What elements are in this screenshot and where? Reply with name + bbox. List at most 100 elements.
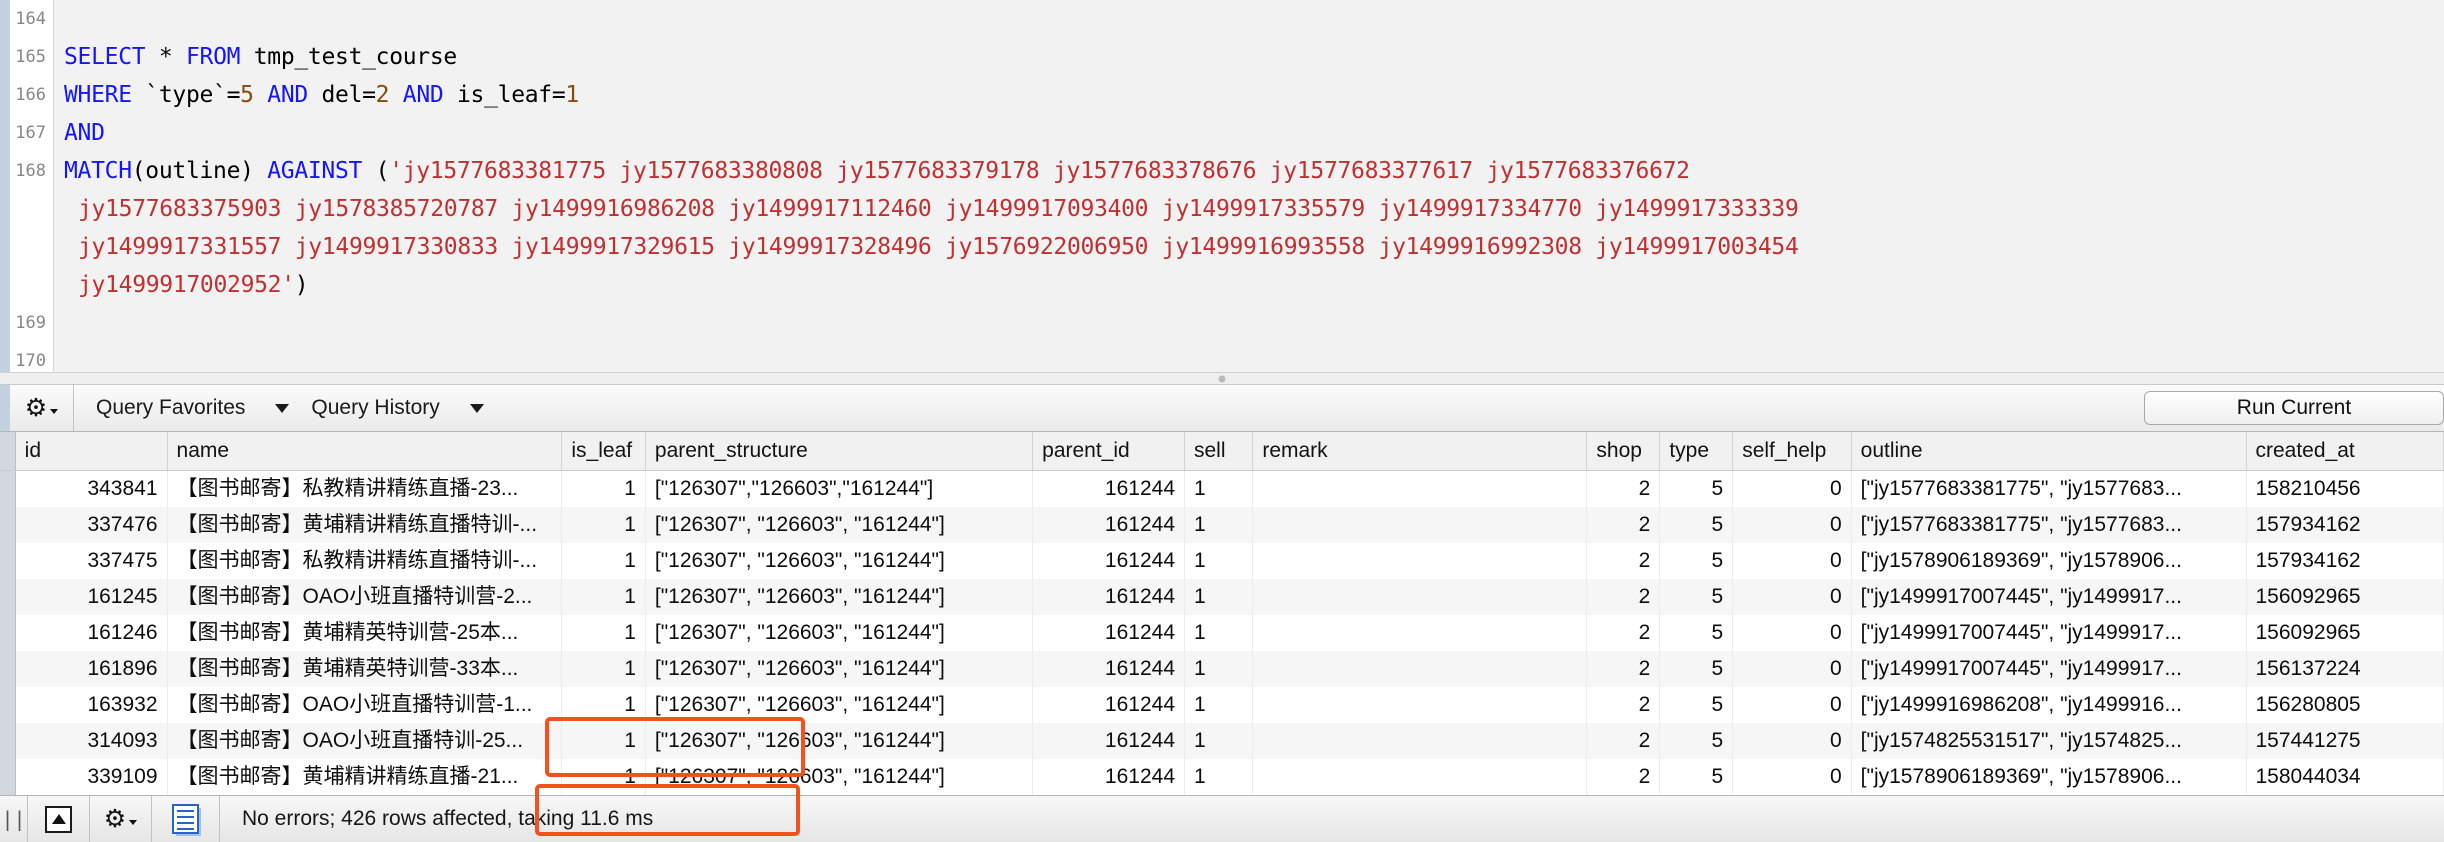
splitter-grip[interactable] (1218, 375, 1226, 382)
cell-created_at[interactable]: 156137224 (2246, 650, 2444, 687)
row-header[interactable] (0, 506, 16, 543)
cell-name[interactable]: 【图书邮寄】黄埔精英特训营-25本... (167, 614, 563, 651)
cell-name[interactable]: 【图书邮寄】私教精讲精练直播特训-... (167, 542, 563, 579)
cell-self_help[interactable]: 0 (1732, 614, 1852, 651)
cell-created_at[interactable]: 157441275 (2246, 722, 2444, 759)
cell-type[interactable]: 5 (1659, 686, 1734, 723)
cell-name[interactable]: 【图书邮寄】黄埔精讲精练直播-21... (167, 758, 563, 795)
cell-shop[interactable]: 2 (1586, 506, 1661, 543)
result-grid-container[interactable]: id name is_leaf parent_structure parent_id se… (0, 432, 2444, 795)
cell-type[interactable]: 5 (1659, 542, 1734, 579)
cell-self_help[interactable]: 0 (1732, 686, 1852, 723)
cell-is_leaf[interactable]: 1 (561, 758, 646, 795)
cell-remark[interactable] (1252, 578, 1588, 615)
cell-id[interactable]: 337476 (15, 506, 168, 543)
cell-id[interactable]: 314093 (15, 722, 168, 759)
cell-is_leaf[interactable]: 1 (561, 542, 646, 579)
column-header-parent_id[interactable]: parent_id (1032, 432, 1185, 471)
cell-remark[interactable] (1252, 722, 1588, 759)
code-line[interactable]: AND (64, 114, 2444, 152)
cell-remark[interactable] (1252, 542, 1588, 579)
run-current-button[interactable]: Run Current (2144, 391, 2444, 425)
cell-parent_structure[interactable]: ["126307", "126603", "161244"] (645, 758, 1034, 795)
sql-code-area[interactable]: SELECT * FROM tmp_test_course WHERE `type… (54, 0, 2444, 372)
cell-type[interactable]: 5 (1659, 722, 1734, 759)
code-line[interactable]: MATCH(outline) AGAINST ('jy1577683381775… (64, 152, 2444, 190)
cell-sell[interactable]: 1 (1184, 650, 1254, 687)
cell-self_help[interactable]: 0 (1732, 470, 1852, 507)
cell-id[interactable]: 343841 (15, 470, 168, 507)
cell-outline[interactable]: ["jy1578906189369", "jy1578906... (1851, 758, 2247, 795)
cell-shop[interactable]: 2 (1586, 650, 1661, 687)
table-row[interactable]: 337475 【图书邮寄】私教精讲精练直播特训-... 1 ["126307", "1… (0, 542, 2444, 579)
result-grid-body[interactable]: 343841 【图书邮寄】私教精讲精练直播-23... 1 ["126307","12… (0, 470, 2444, 795)
cell-parent_id[interactable]: 161244 (1032, 542, 1185, 579)
cell-remark[interactable] (1252, 650, 1588, 687)
cell-created_at[interactable]: 158044034 (2246, 758, 2444, 795)
column-header-outline[interactable]: outline (1851, 432, 2247, 471)
cell-shop[interactable]: 2 (1586, 722, 1661, 759)
cell-self_help[interactable]: 0 (1732, 542, 1852, 579)
cell-parent_id[interactable]: 161244 (1032, 578, 1185, 615)
row-header[interactable] (0, 650, 16, 687)
cell-sell[interactable]: 1 (1184, 542, 1254, 579)
cell-parent_id[interactable]: 161244 (1032, 650, 1185, 687)
pane-splitter[interactable] (0, 372, 2444, 385)
cell-sell[interactable]: 1 (1184, 470, 1254, 507)
cell-parent_structure[interactable]: ["126307", "126603", "161244"] (645, 506, 1034, 543)
column-header-created_at[interactable]: created_at (2246, 432, 2444, 471)
column-header-type[interactable]: type (1659, 432, 1734, 471)
query-favorites-button[interactable]: Query Favorites (74, 385, 290, 431)
cell-shop[interactable]: 2 (1586, 542, 1661, 579)
chevron-down-icon[interactable] (275, 403, 290, 413)
cell-type[interactable]: 5 (1659, 470, 1734, 507)
code-line[interactable] (64, 304, 2444, 342)
cell-parent_id[interactable]: 161244 (1032, 686, 1185, 723)
cell-remark[interactable] (1252, 758, 1588, 795)
cell-outline[interactable]: ["jy1499916986208", "jy1499916... (1851, 686, 2247, 723)
sql-editor-pane[interactable]: 164 165 166 167 168 169 170 SELECT * FROM tmp_… (0, 0, 2444, 372)
cell-parent_structure[interactable]: ["126307", "126603", "161244"] (645, 542, 1034, 579)
row-header[interactable] (0, 686, 16, 723)
cell-type[interactable]: 5 (1659, 650, 1734, 687)
cell-parent_id[interactable]: 161244 (1032, 470, 1185, 507)
table-row[interactable]: 314093 【图书邮寄】OAO小班直播特训-25... 1 ["126307", "… (0, 722, 2444, 759)
cell-outline[interactable]: ["jy1499917007445", "jy1499917... (1851, 578, 2247, 615)
row-header[interactable] (0, 470, 16, 507)
cell-type[interactable]: 5 (1659, 614, 1734, 651)
table-row[interactable]: 339109 【图书邮寄】黄埔精讲精练直播-21... 1 ["126307", "1… (0, 758, 2444, 795)
cell-shop[interactable]: 2 (1586, 470, 1661, 507)
row-header[interactable] (0, 614, 16, 651)
cell-remark[interactable] (1252, 686, 1588, 723)
cell-created_at[interactable]: 156092965 (2246, 578, 2444, 615)
cell-sell[interactable]: 1 (1184, 506, 1254, 543)
code-line[interactable]: jy1499917331557 jy1499917330833 jy149991… (64, 228, 2444, 266)
cell-id[interactable]: 339109 (15, 758, 168, 795)
code-line[interactable] (64, 0, 2444, 38)
cell-sell[interactable]: 1 (1184, 722, 1254, 759)
cell-id[interactable]: 161245 (15, 578, 168, 615)
cell-created_at[interactable]: 156092965 (2246, 614, 2444, 651)
cell-is_leaf[interactable]: 1 (561, 470, 646, 507)
cell-sell[interactable]: 1 (1184, 686, 1254, 723)
code-line[interactable] (64, 342, 2444, 372)
cell-outline[interactable]: ["jy1499917007445", "jy1499917... (1851, 614, 2247, 651)
cell-self_help[interactable]: 0 (1732, 650, 1852, 687)
cell-shop[interactable]: 2 (1586, 614, 1661, 651)
cell-shop[interactable]: 2 (1586, 686, 1661, 723)
cell-parent_id[interactable]: 161244 (1032, 506, 1185, 543)
cell-parent_structure[interactable]: ["126307", "126603", "161244"] (645, 578, 1034, 615)
cell-id[interactable]: 337475 (15, 542, 168, 579)
cell-remark[interactable] (1252, 614, 1588, 651)
table-row[interactable]: 163932 【图书邮寄】OAO小班直播特训营-1... 1 ["126307", "… (0, 686, 2444, 723)
cell-self_help[interactable]: 0 (1732, 506, 1852, 543)
cell-parent_id[interactable]: 161244 (1032, 758, 1185, 795)
table-row[interactable]: 337476 【图书邮寄】黄埔精讲精练直播特训-... 1 ["126307", "1… (0, 506, 2444, 543)
table-row[interactable]: 343841 【图书邮寄】私教精讲精练直播-23... 1 ["126307","12… (0, 470, 2444, 507)
cell-self_help[interactable]: 0 (1732, 758, 1852, 795)
table-row[interactable]: 161896 【图书邮寄】黄埔精英特训营-33本... 1 ["126307", "1… (0, 650, 2444, 687)
cell-is_leaf[interactable]: 1 (561, 650, 646, 687)
cell-parent_id[interactable]: 161244 (1032, 614, 1185, 651)
query-history-button[interactable]: Query History (289, 385, 484, 431)
row-header[interactable] (0, 758, 16, 795)
